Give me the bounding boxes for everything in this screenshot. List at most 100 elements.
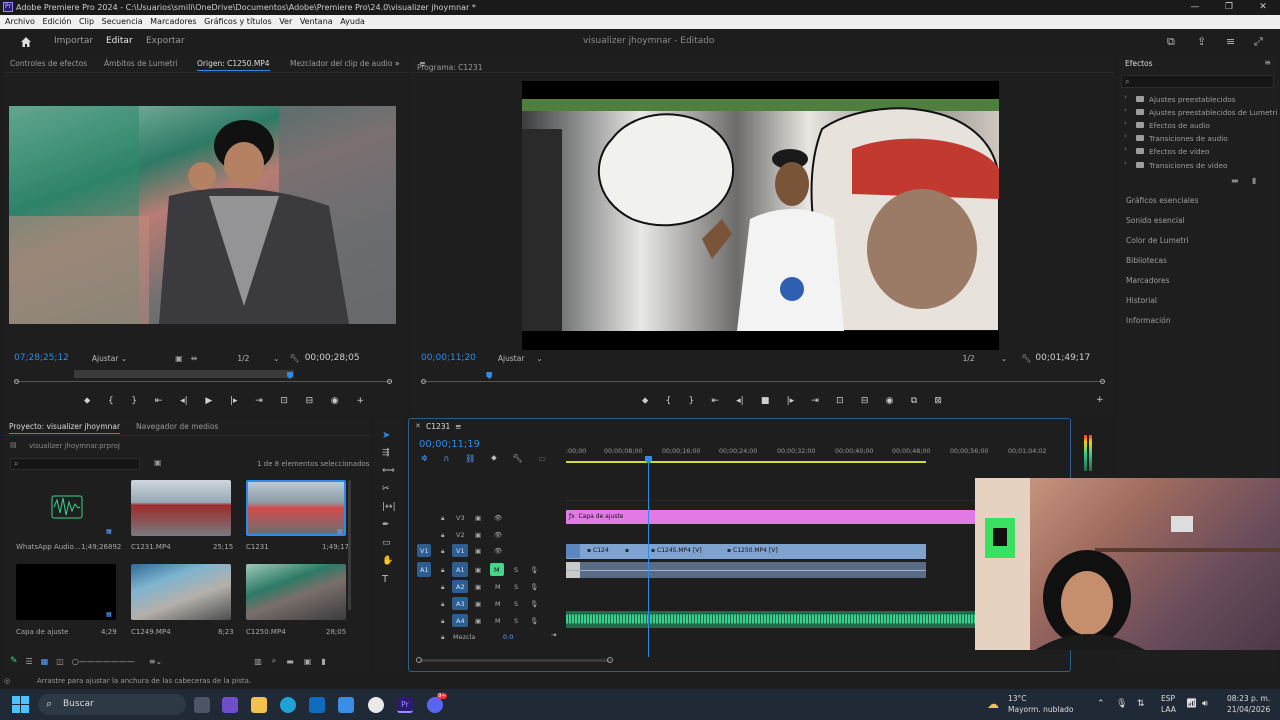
prog-mark-out-icon[interactable]: } xyxy=(688,396,694,406)
scroll-handle-right[interactable] xyxy=(607,657,613,663)
home-icon[interactable] xyxy=(20,36,32,48)
source-scrubber[interactable] xyxy=(14,370,392,384)
fx-ajustes-lumetri[interactable]: Ajustes preestablecidos de Lumetri xyxy=(1149,108,1277,117)
lock-icon[interactable]: 🔒︎ xyxy=(441,531,444,540)
clip-c1250[interactable]: ▪ C1250.MP4 [V] xyxy=(724,544,926,558)
section-sonido-esencial[interactable]: Sonido esencial xyxy=(1126,216,1185,225)
stop-icon[interactable]: ■ xyxy=(761,396,770,406)
captions-icon[interactable]: ▭ xyxy=(538,454,546,463)
app-icon[interactable] xyxy=(222,697,238,713)
project-item-c1231-sequence[interactable] xyxy=(246,480,346,536)
wrench-icon[interactable]: 🔧︎ xyxy=(290,354,300,363)
a4-audio-clip[interactable] xyxy=(566,611,975,628)
clip-v1-first[interactable] xyxy=(566,544,580,558)
volume-icon[interactable]: 🔊︎ xyxy=(1202,699,1208,709)
clip-capa-ajuste[interactable]: ƒx Capa de ajuste xyxy=(566,510,975,524)
new-bin-icon[interactable]: ▬ xyxy=(1231,176,1239,185)
trash-icon[interactable]: ▮ xyxy=(1252,176,1256,185)
nav-importar[interactable]: Importar xyxy=(54,36,93,46)
sync-lock-icon[interactable]: ▣ xyxy=(475,600,481,608)
solo-label[interactable]: S xyxy=(514,583,518,591)
sequence-tab[interactable]: C1231 ≡ xyxy=(426,422,461,431)
clip-c1245[interactable]: ▪ C1245.MP4 [V] xyxy=(648,544,720,558)
tab-navegador-medios[interactable]: Navegador de medios xyxy=(136,422,218,431)
mark-in-icon[interactable]: { xyxy=(108,396,114,406)
menu-lines-icon[interactable]: ≡ xyxy=(1226,35,1239,48)
store-icon[interactable] xyxy=(338,697,354,713)
insert-overlay-icon[interactable]: ⇹ xyxy=(191,354,198,363)
pen-tool-icon[interactable]: ✒ xyxy=(382,520,396,538)
razor-tool-icon[interactable]: ✂ xyxy=(382,484,396,502)
sync-lock-icon[interactable]: ▣ xyxy=(475,566,481,574)
button-editor-icon[interactable]: + xyxy=(356,396,364,406)
prog-add-marker-icon[interactable]: ⬥ xyxy=(642,396,648,406)
overwrite-icon[interactable]: ⊟ xyxy=(306,396,314,406)
automate-icon[interactable]: ▥ xyxy=(254,657,262,666)
add-marker-icon[interactable]: ⬥ xyxy=(84,396,90,406)
section-informacion[interactable]: Información xyxy=(1126,316,1171,325)
chevron-right-icon[interactable]: › xyxy=(1124,119,1127,127)
program-timecode[interactable]: 00;00;11;20 xyxy=(421,353,476,363)
rectangle-tool-icon[interactable]: ▭ xyxy=(382,538,396,556)
premiere-taskbar-icon[interactable]: Pr xyxy=(397,697,413,713)
go-to-in-icon[interactable]: ⇤ xyxy=(155,396,163,406)
prog-mark-in-icon[interactable]: { xyxy=(666,396,672,406)
prog-export-frame-icon[interactable]: ◉ xyxy=(886,396,894,406)
hand-tool-icon[interactable]: ✋ xyxy=(382,556,396,574)
icon-view-icon[interactable]: ▦ xyxy=(41,657,49,666)
project-search-input[interactable]: ⌕ xyxy=(10,458,140,470)
scroll-handle-left[interactable] xyxy=(416,657,422,663)
menu-clip[interactable]: Clip xyxy=(79,15,94,29)
chevron-right-icon[interactable]: › xyxy=(1124,132,1127,140)
discord-icon[interactable] xyxy=(427,697,443,713)
task-view-icon[interactable] xyxy=(194,697,210,713)
solo-label[interactable]: S xyxy=(514,617,518,625)
mix-value[interactable]: 0.0 xyxy=(503,633,513,641)
effects-search-input[interactable]: ⌕ xyxy=(1121,75,1274,88)
section-color-lumetri[interactable]: Color de Lumetri xyxy=(1126,236,1189,245)
chrome-icon[interactable] xyxy=(368,697,384,713)
extract-icon[interactable]: ⊟ xyxy=(861,396,869,406)
workspace-icon[interactable]: ⧉ xyxy=(1167,35,1180,48)
chevron-right-icon[interactable]: › xyxy=(1124,106,1127,114)
fx-efectos-video[interactable]: Efectos de vídeo xyxy=(1149,147,1210,156)
menu-ayuda[interactable]: Ayuda xyxy=(340,15,365,29)
find-icon[interactable]: ⌕ xyxy=(272,656,276,666)
fullscreen-icon[interactable]: ⤢ xyxy=(1254,35,1267,48)
sync-lock-icon[interactable]: ▣ xyxy=(475,547,481,555)
project-item-c1250[interactable] xyxy=(246,564,346,620)
sync-lock-icon[interactable]: ▣ xyxy=(475,583,481,591)
sort-icon[interactable]: ≡⌄ xyxy=(149,657,162,666)
eye-icon[interactable]: 👁︎ xyxy=(494,531,502,539)
microphone-icon[interactable]: 🎙︎ xyxy=(530,600,538,608)
tab-controles-efectos[interactable]: Controles de efectos xyxy=(10,59,87,68)
prog-button-editor-icon[interactable]: + xyxy=(1096,395,1104,405)
weather-icon[interactable]: ☁ xyxy=(987,697,999,711)
project-item-c1231-mp4[interactable] xyxy=(131,480,231,536)
freeform-view-icon[interactable]: ◫ xyxy=(56,657,64,666)
source-timecode[interactable]: 07;28;25;12 xyxy=(14,353,69,363)
compare-view-icon[interactable]: ⧉ xyxy=(911,396,917,406)
solo-label[interactable]: S xyxy=(514,600,518,608)
new-search-bin-icon[interactable]: ▣ xyxy=(154,458,162,467)
clip-small[interactable]: ▪ xyxy=(622,544,644,558)
export-frame-icon[interactable]: ◉ xyxy=(331,396,339,406)
windows-start-icon[interactable] xyxy=(12,696,29,713)
new-bin-icon[interactable]: ▬ xyxy=(286,657,294,666)
microphone-icon[interactable]: 🎙︎ xyxy=(530,566,538,574)
new-item-icon[interactable]: ▣ xyxy=(304,657,312,666)
project-item-whatsapp-audio[interactable] xyxy=(16,480,116,536)
mark-out-icon[interactable]: } xyxy=(131,396,137,406)
prog-go-to-in-icon[interactable]: ⇤ xyxy=(711,396,719,406)
linked-selection-icon[interactable]: ⛓ xyxy=(465,454,475,463)
timeline-timecode[interactable]: 00;00;11;19 xyxy=(419,439,480,450)
file-explorer-icon[interactable] xyxy=(251,697,267,713)
outlook-icon[interactable] xyxy=(309,697,325,713)
eye-icon[interactable]: 👁︎ xyxy=(494,547,502,555)
sync-lock-icon[interactable]: ▣ xyxy=(475,617,481,625)
tab-proyecto[interactable]: Proyecto: visualizer jhoymnar xyxy=(9,422,121,434)
clock-time[interactable]: 08:23 p. m. xyxy=(1227,694,1270,703)
insert-icon[interactable]: ⊡ xyxy=(280,396,288,406)
section-graficos-esenciales[interactable]: Gráficos esenciales xyxy=(1126,196,1199,205)
sync-lock-icon[interactable]: ▣ xyxy=(475,514,481,522)
